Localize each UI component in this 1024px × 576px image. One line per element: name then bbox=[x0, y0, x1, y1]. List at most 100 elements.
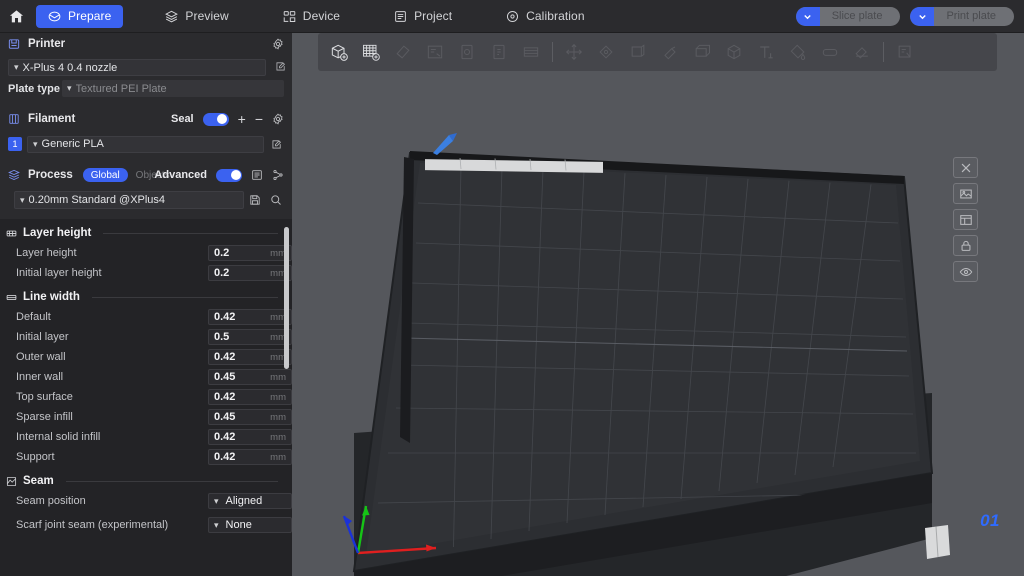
param-label: Internal solid infill bbox=[16, 430, 101, 443]
param-input-top-surface[interactable]: 0.42 mm bbox=[208, 389, 292, 405]
color-paint-icon[interactable] bbox=[783, 37, 813, 67]
fuzzy-skin-icon[interactable] bbox=[815, 37, 845, 67]
section-header-line-width: Line width bbox=[0, 283, 292, 307]
param-input-support[interactable]: 0.42 mm bbox=[208, 449, 292, 465]
window-icon[interactable] bbox=[953, 209, 978, 230]
process-preset-combo[interactable]: ▾ 0.20mm Standard @XPlus4 bbox=[14, 191, 244, 209]
mirror-icon[interactable] bbox=[655, 37, 685, 67]
seam-paint-icon[interactable] bbox=[847, 37, 877, 67]
assembly-icon[interactable] bbox=[890, 37, 920, 67]
arrange-icon[interactable] bbox=[388, 37, 418, 67]
param-label: Outer wall bbox=[16, 350, 66, 363]
picture-icon[interactable] bbox=[953, 183, 978, 204]
add-object-icon[interactable] bbox=[324, 37, 354, 67]
param-value: 0.5 bbox=[214, 331, 230, 343]
viewport-toolbar bbox=[318, 33, 997, 71]
scale-icon[interactable] bbox=[591, 37, 621, 67]
param-input-sparse-infill[interactable]: 0.45 mm bbox=[208, 409, 292, 425]
tab-prepare-label: Prepare bbox=[68, 9, 112, 23]
gear-icon[interactable] bbox=[272, 38, 284, 50]
move-icon[interactable] bbox=[559, 37, 589, 67]
printer-preset-value: X-Plus 4 0.4 nozzle bbox=[22, 61, 118, 74]
filament-preset-combo[interactable]: ▾ Generic PLA bbox=[27, 135, 264, 153]
param-row-initial-layer-height: Initial layer height 0.2 mm bbox=[0, 263, 292, 283]
plate-actions: Slice plate Print plate bbox=[795, 0, 1014, 33]
printer-preset-combo[interactable]: ▾ X-Plus 4 0.4 nozzle bbox=[8, 59, 286, 76]
param-label: Default bbox=[16, 310, 51, 323]
param-label: Seam position bbox=[16, 494, 86, 507]
chevron-down-icon: ▾ bbox=[214, 495, 219, 506]
section-title-layer-height: Layer height bbox=[23, 227, 92, 239]
param-select-seam-position[interactable]: ▾ Aligned bbox=[208, 493, 292, 509]
filament-section-header: Filament Seal + − bbox=[0, 108, 292, 130]
param-input-internal-solid-infill[interactable]: 0.42 mm bbox=[208, 429, 292, 445]
chevron-down-icon: ▾ bbox=[14, 62, 19, 72]
close-icon[interactable] bbox=[953, 157, 978, 178]
tab-calibration[interactable]: Calibration bbox=[494, 5, 596, 28]
auto-rotate-icon[interactable] bbox=[452, 37, 482, 67]
tab-device-label: Device bbox=[302, 9, 341, 23]
tab-prepare[interactable]: Prepare bbox=[36, 4, 124, 28]
param-input-outer-wall[interactable]: 0.42 mm bbox=[208, 349, 292, 365]
filament-index-badge[interactable]: 1 bbox=[8, 137, 22, 151]
advanced-toggle[interactable] bbox=[216, 168, 242, 182]
seal-toggle-knob bbox=[217, 114, 228, 124]
param-input-default[interactable]: 0.42 mm bbox=[208, 309, 292, 325]
parameter-scrollbar[interactable] bbox=[284, 227, 289, 369]
parameter-list[interactable]: Layer height Layer height 0.2 mm Initial… bbox=[0, 219, 292, 576]
layers-flat-icon[interactable] bbox=[516, 37, 546, 67]
process-preset-actions bbox=[249, 194, 282, 206]
param-select-scarf-joint-seam[interactable]: ▾ None bbox=[208, 517, 292, 533]
param-label: Initial layer height bbox=[16, 266, 102, 279]
process-preset-value: 0.20mm Standard @XPlus4 bbox=[28, 194, 166, 206]
rotate-icon[interactable] bbox=[623, 37, 653, 67]
edit-icon[interactable] bbox=[275, 61, 286, 72]
param-row-seam-position: Seam position ▾ Aligned bbox=[0, 491, 292, 511]
plate-type-combo[interactable]: ▾ Textured PEI Plate bbox=[62, 80, 284, 97]
plus-icon[interactable]: + bbox=[238, 112, 246, 126]
add-plate-icon[interactable] bbox=[356, 37, 386, 67]
lock-icon[interactable] bbox=[953, 235, 978, 256]
save-icon[interactable] bbox=[249, 194, 261, 206]
list-icon[interactable] bbox=[251, 169, 263, 181]
param-row-support: Support 0.42 mm bbox=[0, 447, 292, 467]
text-icon[interactable] bbox=[751, 37, 781, 67]
home-icon[interactable] bbox=[0, 0, 32, 33]
tab-preview[interactable]: Preview bbox=[153, 5, 240, 28]
orient-icon[interactable] bbox=[420, 37, 450, 67]
variable-layer-icon[interactable] bbox=[484, 37, 514, 67]
edit-icon[interactable] bbox=[271, 139, 282, 150]
param-input-initial-layer[interactable]: 0.5 mm bbox=[208, 329, 292, 345]
param-unit: mm bbox=[270, 391, 286, 403]
slice-plate-dropdown-icon[interactable] bbox=[795, 7, 820, 26]
param-input-inner-wall[interactable]: 0.45 mm bbox=[208, 369, 292, 385]
move-gizmo-icon[interactable] bbox=[427, 131, 463, 157]
mesh-boolean-icon[interactable] bbox=[719, 37, 749, 67]
eye-icon[interactable] bbox=[953, 261, 978, 282]
cut-icon[interactable] bbox=[687, 37, 717, 67]
param-value: 0.42 bbox=[214, 311, 236, 323]
process-section-title: Process bbox=[28, 169, 73, 181]
param-input-layer-height[interactable]: 0.2 mm bbox=[208, 245, 292, 261]
print-plate-label[interactable]: Print plate bbox=[934, 7, 1014, 26]
plate-type-label: Plate type bbox=[8, 82, 60, 95]
seal-toggle[interactable] bbox=[202, 112, 229, 126]
slice-plate-label[interactable]: Slice plate bbox=[820, 7, 901, 26]
param-value: 0.42 bbox=[214, 351, 236, 363]
filament-header-actions: Seal + − bbox=[171, 112, 284, 126]
param-input-initial-layer-height[interactable]: 0.2 mm bbox=[208, 265, 292, 281]
tab-project[interactable]: Project bbox=[382, 5, 464, 28]
scope-global-pill[interactable]: Global bbox=[82, 168, 128, 182]
print-plate-dropdown-icon[interactable] bbox=[910, 7, 935, 26]
print-plate-button[interactable]: Print plate bbox=[910, 7, 1014, 26]
compare-icon[interactable] bbox=[272, 169, 284, 181]
param-label: Scarf joint seam (experimental) bbox=[16, 518, 169, 531]
3d-viewport[interactable]: 01 bbox=[292, 33, 1024, 576]
tab-device[interactable]: Device bbox=[271, 5, 352, 28]
tab-preview-label: Preview bbox=[185, 9, 229, 23]
param-row-sparse-infill: Sparse infill 0.45 mm bbox=[0, 407, 292, 427]
minus-icon[interactable]: − bbox=[255, 112, 263, 126]
search-icon[interactable] bbox=[270, 194, 282, 206]
slice-plate-button[interactable]: Slice plate bbox=[795, 7, 901, 26]
gear-icon[interactable] bbox=[272, 113, 284, 125]
